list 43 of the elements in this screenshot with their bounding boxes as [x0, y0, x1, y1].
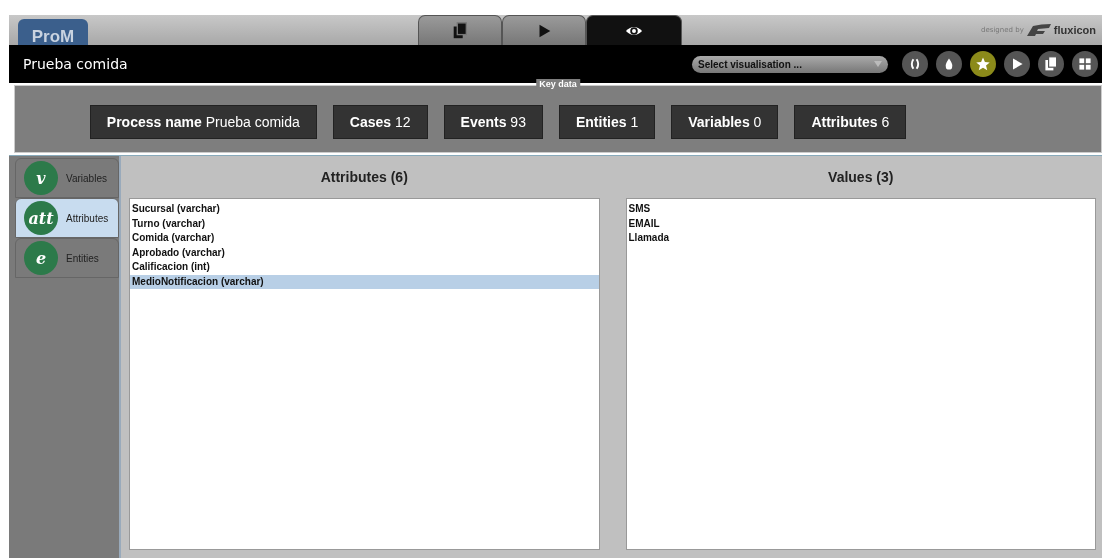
list-item[interactable]: SMS: [626, 202, 1095, 217]
brackets-button[interactable]: [902, 51, 928, 77]
documents-button[interactable]: [1038, 51, 1064, 77]
view-tab[interactable]: [586, 15, 682, 45]
list-item[interactable]: Comida (varchar): [130, 231, 599, 246]
list-item[interactable]: EMAIL: [626, 216, 1095, 231]
list-item[interactable]: MedioNotificacion (varchar): [130, 274, 599, 289]
star-button[interactable]: [970, 51, 996, 77]
key-data-item: Process name Prueba comida: [89, 105, 317, 139]
key-data-item: Variables 0: [671, 105, 779, 139]
key-data-item: Events 93: [443, 105, 543, 139]
panel-legend: Key data: [536, 79, 580, 89]
badge-icon: v: [24, 161, 58, 195]
key-data-item: Entities 1: [558, 105, 656, 139]
side-tab[interactable]: e Entities: [15, 238, 119, 278]
side-tab[interactable]: att Attributes: [15, 198, 119, 238]
documents-icon: [1043, 56, 1059, 72]
brand-name: fluxicon: [1053, 24, 1096, 36]
logo: ProM: [18, 19, 88, 45]
document-title: Prueba comida: [23, 56, 128, 72]
drop-button[interactable]: [936, 51, 962, 77]
star-icon: [975, 56, 991, 72]
grid-icon: [1077, 56, 1093, 72]
list-item[interactable]: Sucursal (varchar): [130, 202, 599, 217]
grid-button[interactable]: [1072, 51, 1098, 77]
badge-icon: e: [24, 241, 58, 275]
list-item[interactable]: Aprobado (varchar): [130, 245, 599, 260]
play-button[interactable]: [1004, 51, 1030, 77]
visualisation-select[interactable]: Select visualisation ...: [692, 55, 888, 73]
view-tab[interactable]: [418, 15, 502, 45]
key-data-item: Cases 12: [332, 105, 428, 139]
key-data-item: Attributes 6: [794, 105, 907, 139]
view-tab[interactable]: [502, 15, 586, 45]
documents-icon: [451, 21, 469, 40]
list-item[interactable]: Llamada: [626, 231, 1095, 246]
side-tab[interactable]: v Variables: [15, 158, 119, 198]
brand-logo-icon: [1026, 24, 1051, 36]
column-heading: Values (3): [827, 168, 895, 187]
column-heading: Attributes (6): [319, 168, 409, 187]
list-item[interactable]: Turno (varchar): [130, 216, 599, 231]
caret-icon: [874, 61, 882, 67]
list-item[interactable]: Calificacion (int): [130, 260, 599, 275]
badge-icon: att: [24, 201, 58, 235]
